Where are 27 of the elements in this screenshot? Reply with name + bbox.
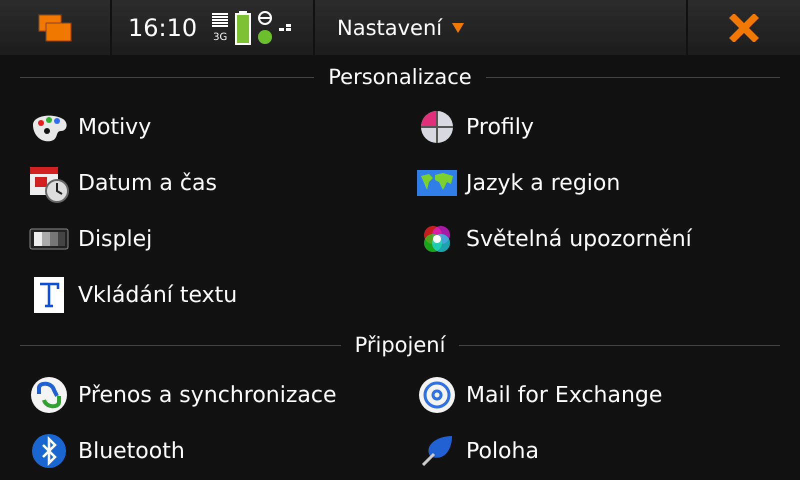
battery-icon (235, 10, 252, 44)
display-icon (29, 228, 69, 250)
settings-item[interactable]: Datum a čas (20, 155, 408, 211)
world-map-icon (417, 170, 457, 196)
pie-icon (419, 109, 455, 145)
settings-item[interactable]: Profily (408, 99, 780, 155)
clock-time: 16:10 (128, 14, 198, 42)
section-heading: Personalizace (327, 65, 473, 89)
settings-item[interactable]: Světelná upozornění (408, 211, 780, 267)
settings-item[interactable]: Poloha (408, 423, 780, 479)
windows-icon[interactable] (38, 14, 72, 42)
settings-item[interactable]: Jazyk a region (408, 155, 780, 211)
title-menu[interactable]: Nastavení (337, 16, 464, 40)
section-heading: Připojení (354, 333, 447, 357)
text-icon (34, 277, 64, 313)
presence-icon (257, 10, 274, 44)
caret-icon (452, 22, 464, 32)
settings-item[interactable]: Vkládání textu (20, 267, 408, 323)
close-icon[interactable] (729, 14, 759, 42)
settings-item[interactable]: Bluetooth (20, 423, 408, 479)
settings-item[interactable]: Přenos a synchronizace (20, 367, 408, 423)
settings-item[interactable]: Displej (20, 211, 408, 267)
settings-item[interactable]: Motivy (20, 99, 408, 155)
settings-item[interactable]: Mail for Exchange (408, 367, 780, 423)
connection-icon (279, 24, 292, 32)
bluetooth-icon (31, 433, 67, 469)
sync-icon (30, 376, 68, 414)
